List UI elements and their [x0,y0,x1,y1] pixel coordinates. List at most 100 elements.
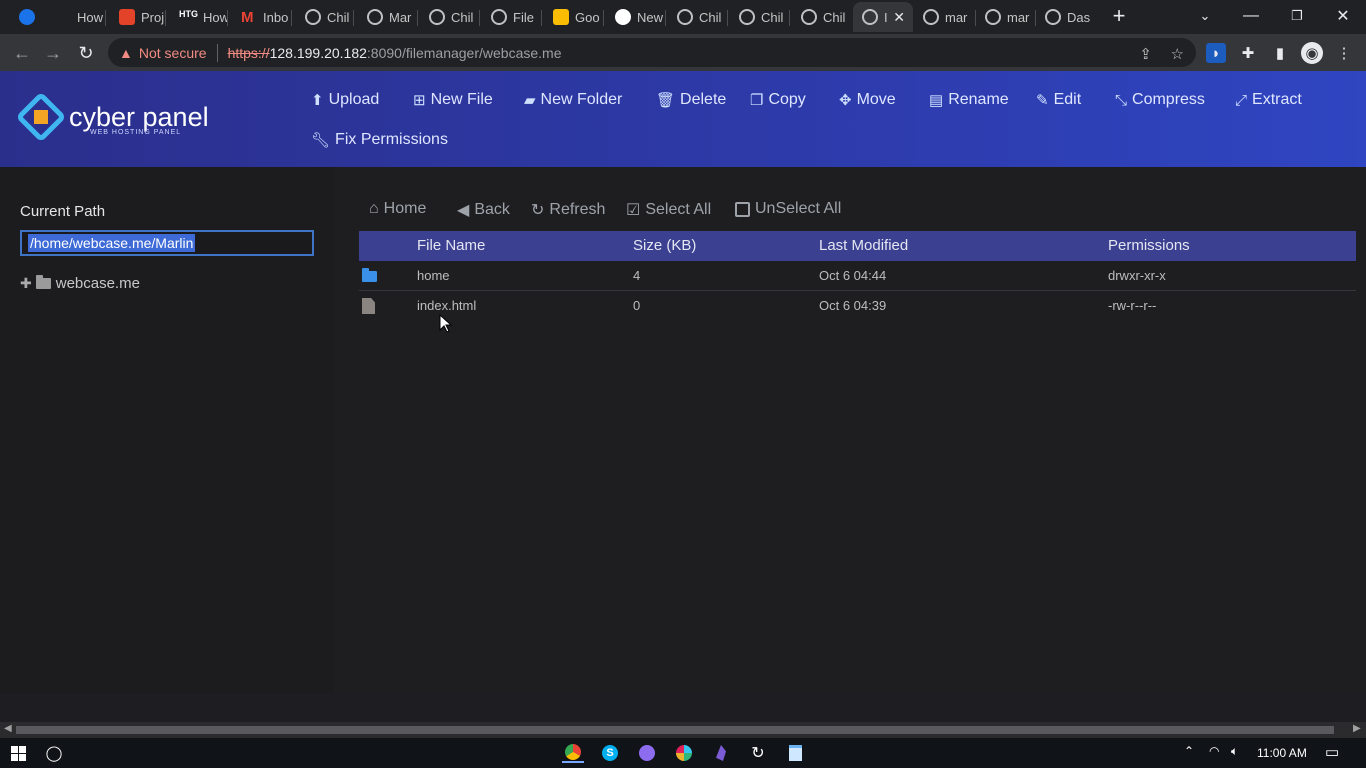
horizontal-scrollbar[interactable]: ◀ ▶ [0,722,1366,738]
slack-taskbar-icon[interactable] [673,743,695,763]
compress-button[interactable]: ⤡ Compress [1115,89,1205,111]
wifi-icon[interactable]: ◠ [1209,744,1219,758]
restore-button[interactable]: ❐ [1274,0,1320,32]
tab-label: Das [1067,9,1091,25]
globe-icon [739,9,755,25]
tab-search-icon[interactable]: ⌄ [1182,0,1228,32]
logo-text: cyber panel [69,101,209,132]
tab-8[interactable]: File [482,2,542,32]
globe-icon [305,9,321,25]
tab-6[interactable]: Mar [358,2,418,32]
tab-11[interactable]: Chil [668,2,728,32]
new-tab-button[interactable]: + [1096,0,1142,32]
scroll-right-icon[interactable]: ▶ [1353,723,1361,734]
close-tab-icon[interactable]: ✕ [893,9,905,26]
address-bar[interactable]: ▲ Not secure https://128.199.20.182:8090… [108,38,1196,67]
home-button[interactable]: ⌂ Home [369,200,426,218]
globe-icon [862,9,878,25]
delete-button[interactable]: 🗑︎ Delete [656,89,726,111]
copy-button[interactable]: ❐ Copy [750,89,806,111]
edit-icon: ✎ [1036,92,1049,109]
column-header-modified[interactable]: Last Modified [819,237,908,254]
extract-button[interactable]: ⤢ Extract [1235,89,1302,111]
file-name[interactable]: home [417,268,450,283]
back-arrow-icon[interactable]: ← [9,40,35,66]
profile-avatar-icon[interactable]: ◉ [1301,42,1323,64]
current-path-input[interactable]: /home/webcase.me/Marlin [20,230,314,256]
file-size: 4 [633,268,641,283]
expand-icon: ⤢ [1235,91,1248,109]
globe-icon [985,9,1001,25]
cortana-search-icon[interactable]: ◯ [43,743,65,763]
table-row[interactable]: index.html 0 Oct 6 04:39 -rw-r--r-- [359,291,1356,321]
tray-chevron-icon[interactable]: ⌃ [1184,744,1194,758]
bitwarden-extension-icon[interactable]: ◗ [1206,43,1226,63]
tab-5[interactable]: Chil [296,2,354,32]
app-header: cyber panel WEB HOSTING PANEL ⬆ Upload ⊞ N… [0,71,1366,167]
tab-14-active[interactable]: I ✕ [853,2,913,32]
tab-3[interactable]: HTG How [170,2,228,32]
refresh-button[interactable]: ↻ Refresh [531,200,605,220]
app-taskbar-icon[interactable] [636,743,658,763]
tab-15[interactable]: mar [914,2,976,32]
tab-1[interactable]: How [52,2,106,32]
move-button[interactable]: ✥ Move [839,89,896,111]
not-secure-label[interactable]: Not secure [139,45,207,61]
tab-2[interactable]: Proj [110,2,166,32]
tab-0[interactable] [10,2,46,32]
tab-4[interactable]: M Inbo [232,2,292,32]
edit-button[interactable]: ✎ Edit [1036,89,1081,111]
tab-16[interactable]: mar [976,2,1036,32]
tab-9[interactable]: Goo [544,2,604,32]
volume-icon[interactable]: 🔈︎ [1231,744,1238,759]
plus-icon[interactable]: ✚ [20,275,32,292]
column-header-size[interactable]: Size (KB) [633,237,696,254]
scroll-left-icon[interactable]: ◀ [4,723,12,734]
rename-button[interactable]: ▤ Rename [929,89,1009,111]
tab-13[interactable]: Chil [792,2,852,32]
column-header-name[interactable]: File Name [417,237,485,254]
file-name[interactable]: index.html [417,298,476,313]
tab-10[interactable]: New [606,2,666,32]
back-button[interactable]: ◀ Back [457,200,510,220]
select-all-button[interactable]: ☑ Select All [626,200,711,220]
tab-7[interactable]: Chil [420,2,480,32]
file-modified: Oct 6 04:44 [819,268,887,283]
file-modified: Oct 6 04:39 [819,298,887,313]
close-window-button[interactable]: ✕ [1320,0,1366,32]
bookmark-star-icon[interactable]: ☆ [1171,45,1184,63]
new-folder-button[interactable]: ▰ New Folder [524,89,622,111]
obsidian-taskbar-icon[interactable] [710,743,732,763]
notepad-taskbar-icon[interactable] [784,743,806,763]
unselect-all-button[interactable]: UnSelect All [735,200,841,218]
notifications-icon[interactable]: ▭ [1325,743,1339,761]
share-icon[interactable]: ⇪ [1139,45,1152,63]
tab-label: Inbo [263,9,289,25]
chrome-taskbar-icon[interactable] [562,743,584,763]
warning-icon: ▲ [119,44,133,61]
windows-start-icon[interactable] [11,746,26,761]
skype-taskbar-icon[interactable]: S [599,743,621,763]
tab-label: mar [1007,9,1030,25]
cyberpanel-logo[interactable]: cyber panel WEB HOSTING PANEL [15,91,209,143]
reload-icon[interactable]: ↻ [73,40,99,66]
extensions-puzzle-icon[interactable]: ✚ [1238,43,1258,63]
new-file-button[interactable]: ⊞ New File [413,89,493,111]
tree-item-webcase[interactable]: ✚ webcase.me [20,275,140,292]
upload-button[interactable]: ⬆ Upload [311,89,379,111]
column-header-permissions[interactable]: Permissions [1108,237,1190,254]
clock[interactable]: 11:00 AM [1257,746,1307,760]
sync-taskbar-icon[interactable]: ↻ [747,743,769,763]
forward-arrow-icon[interactable]: → [40,40,66,66]
folder-icon [362,268,377,282]
browser-toolbar: ← → ↻ ▲ Not secure https://128.199.20.18… [0,34,1366,71]
tree-item-label: webcase.me [55,275,140,292]
tab-17[interactable]: Das [1036,2,1096,32]
minimize-button[interactable]: — [1228,0,1274,32]
side-panel-icon[interactable]: ▮ [1270,43,1290,63]
tab-12[interactable]: Chil [730,2,790,32]
fix-permissions-button[interactable]: 🔧︎ Fix Permissions [311,129,448,151]
browser-menu-icon[interactable]: ⋮ [1334,43,1354,63]
table-row[interactable]: home 4 Oct 6 04:44 drwxr-xr-x [359,261,1356,291]
scrollbar-thumb[interactable] [16,726,1334,734]
